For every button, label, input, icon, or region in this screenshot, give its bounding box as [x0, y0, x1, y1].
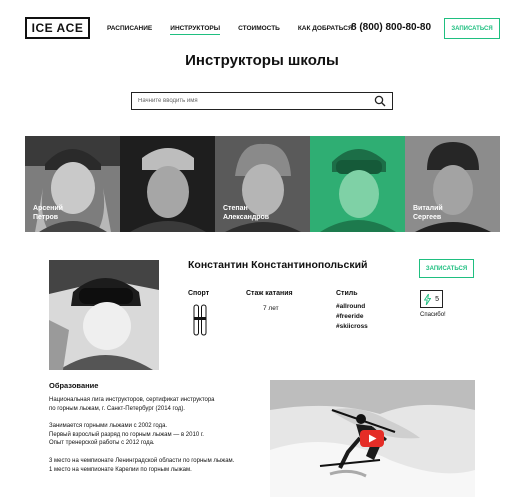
phone-number[interactable]: 8 (800) 800-80-80 [351, 22, 431, 33]
instructor-strip: Арсений Петров Степан Александров Витали… [25, 136, 500, 232]
lightning-icon [424, 293, 431, 305]
style-tag[interactable]: #allround [336, 302, 368, 312]
style-label: Стиль [336, 290, 358, 297]
profile-name: Константин Константинопольский [188, 259, 368, 271]
profile-photo [49, 260, 159, 370]
search-icon[interactable] [374, 95, 386, 107]
instructor-name: Арсений Петров [33, 205, 63, 221]
likes-count: 5 [435, 295, 439, 303]
instructor-card[interactable]: Степан Александров [215, 136, 310, 232]
instructor-photo [120, 136, 215, 232]
instructor-name: Виталий Сергеев [413, 205, 443, 221]
education-line: Национальная лига инструкторов, сертифик… [49, 397, 215, 403]
thanks-label: Спасибо! [420, 312, 446, 318]
instructor-card-highlighted[interactable] [310, 136, 405, 232]
main-nav: РАСПИСАНИЕ ИНСТРУКТОРЫ СТОИМОСТЬ КАК ДОБ… [107, 25, 353, 35]
sport-label: Спорт [188, 290, 210, 297]
thanks-button[interactable]: 5 [420, 290, 443, 308]
education-line: Занимается горными лыжами с 2002 года. [49, 423, 168, 429]
experience-value: 7 лет [263, 305, 279, 312]
logo[interactable]: ICE ACE [25, 17, 90, 39]
instructor-card[interactable]: Арсений Петров [25, 136, 120, 232]
nav-schedule[interactable]: РАСПИСАНИЕ [107, 25, 152, 35]
nav-pricing[interactable]: СТОИМОСТЬ [238, 25, 280, 35]
style-tags: #allround #freeride #skiicross [336, 302, 368, 332]
style-tag[interactable]: #skiicross [336, 322, 368, 332]
skis-icon [193, 304, 207, 336]
nav-instructors[interactable]: ИНСТРУКТОРЫ [170, 25, 221, 35]
instructor-name: Степан Александров [223, 205, 270, 221]
style-tag[interactable]: #freeride [336, 312, 368, 322]
education-line: 3 место на чемпионате Ленинградской обла… [49, 458, 235, 464]
instructor-card[interactable] [120, 136, 215, 232]
search-input[interactable] [138, 98, 374, 104]
signup-button-profile[interactable]: ЗАПИСАТЬСЯ [419, 259, 474, 278]
instructor-card[interactable]: Виталий Сергеев [405, 136, 500, 232]
search-bar [131, 92, 393, 110]
experience-label: Стаж катания [246, 290, 293, 297]
signup-button-header[interactable]: ЗАПИСАТЬСЯ [444, 18, 500, 39]
education-line: Первый взрослый разряд по горным лыжам —… [49, 431, 204, 438]
nav-directions[interactable]: КАК ДОБРАТЬСЯ [298, 25, 353, 35]
education-line: Опыт тренерской работы с 2012 года. [49, 440, 155, 447]
instructor-photo [310, 136, 405, 232]
education-title: Образование [49, 381, 99, 390]
page-title: Инструкторы школы [185, 52, 339, 69]
education-line: 1 место на чемпионате Карелии по горным … [49, 466, 192, 473]
education-line: по горным лыжам, г. Санкт-Петербург (201… [49, 405, 185, 412]
video-player[interactable] [270, 380, 475, 497]
